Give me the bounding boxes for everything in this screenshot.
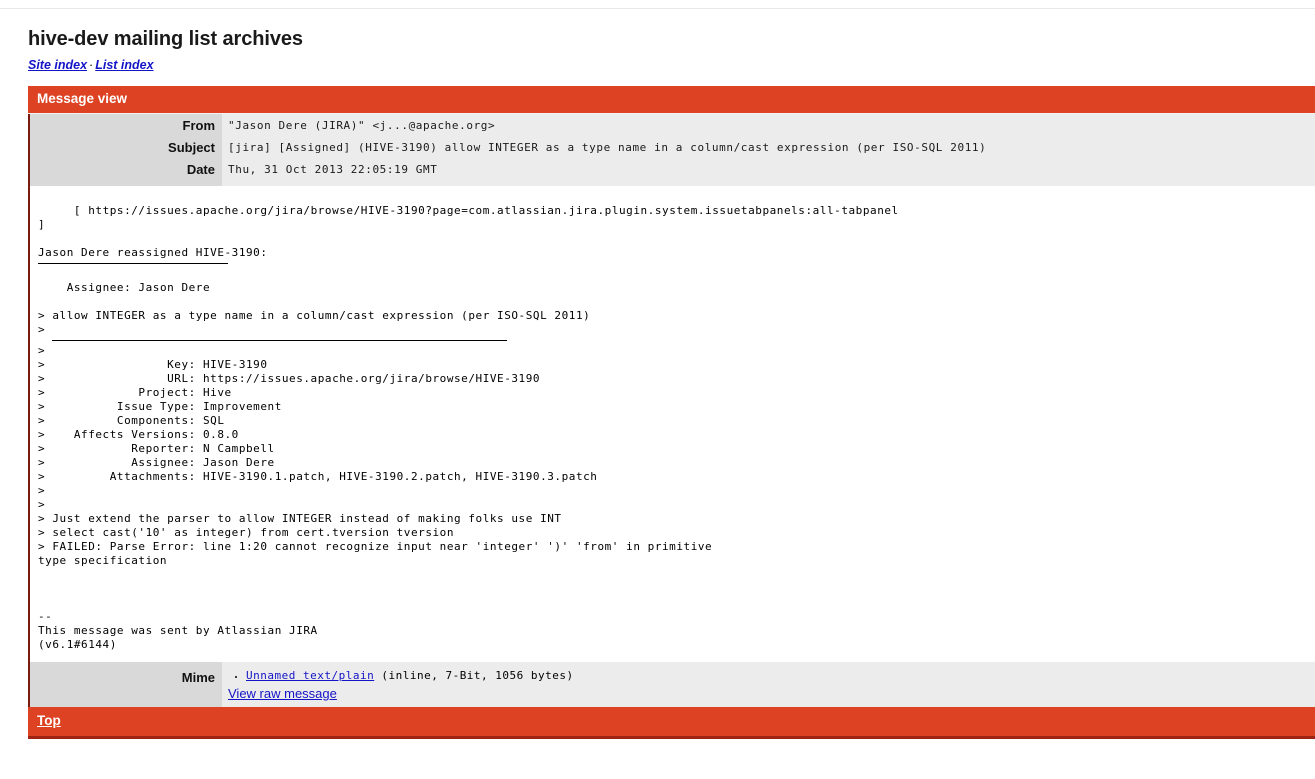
- header-row-from: From "Jason Dere (JIRA)" <j...@apache.or…: [28, 114, 1315, 136]
- header-label-from: From: [28, 114, 222, 136]
- body-part-3: > > Key: HIVE-3190 > URL: https://issues…: [38, 344, 713, 651]
- mime-row: Mime Unnamed text/plain (inline, 7-Bit, …: [28, 662, 1315, 707]
- message-header-table: From "Jason Dere (JIRA)" <j...@apache.or…: [28, 114, 1315, 707]
- nav-separator: ·: [89, 58, 94, 72]
- raw-message-row: View raw message: [228, 686, 1315, 701]
- header-label-subject: Subject: [28, 136, 222, 158]
- header-value-from: "Jason Dere (JIRA)" <j...@apache.org>: [222, 114, 1315, 136]
- body-rule-2: [52, 340, 507, 341]
- attachment-link[interactable]: Unnamed text/plain: [246, 669, 374, 682]
- message-body-cell: [ https://issues.apache.org/jira/browse/…: [28, 186, 1315, 662]
- message-body-row: [ https://issues.apache.org/jira/browse/…: [28, 186, 1315, 662]
- header-value-date: Thu, 31 Oct 2013 22:05:19 GMT: [222, 158, 1315, 180]
- mime-value: Unnamed text/plain (inline, 7-Bit, 1056 …: [222, 662, 1315, 707]
- page-container: hive-dev mailing list archives Site inde…: [0, 28, 1315, 739]
- header-row-date: Date Thu, 31 Oct 2013 22:05:19 GMT: [28, 158, 1315, 180]
- message-view-header-bar: Message view: [28, 86, 1315, 114]
- header-label-date: Date: [28, 158, 222, 180]
- header-value-subject: [jira] [Assigned] (HIVE-3190) allow INTE…: [222, 136, 1315, 158]
- list-item: Unnamed text/plain (inline, 7-Bit, 1056 …: [246, 668, 1315, 683]
- top-divider: [0, 8, 1315, 9]
- message-view-footer-bar: Top: [28, 707, 1315, 739]
- message-body: [ https://issues.apache.org/jira/browse/…: [30, 186, 1315, 662]
- body-part-2: Assignee: Jason Dere > allow INTEGER as …: [38, 281, 591, 336]
- mime-attachment-list: Unnamed text/plain (inline, 7-Bit, 1056 …: [228, 668, 1315, 683]
- site-index-link[interactable]: Site index: [28, 58, 87, 72]
- body-rule-1: [38, 263, 228, 264]
- view-raw-message-link[interactable]: View raw message: [228, 686, 337, 701]
- page-title: hive-dev mailing list archives: [28, 28, 303, 50]
- message-view-panel: Message view From "Jason Dere (JIRA)" <j…: [28, 86, 1315, 739]
- top-link[interactable]: Top: [37, 713, 61, 728]
- attachment-meta: (inline, 7-Bit, 1056 bytes): [374, 669, 574, 682]
- body-part-1: [ https://issues.apache.org/jira/browse/…: [38, 204, 899, 259]
- breadcrumb: Site index · List index: [28, 58, 1315, 72]
- list-index-link[interactable]: List index: [95, 58, 153, 72]
- mime-label: Mime: [28, 662, 222, 707]
- header-row-subject: Subject [jira] [Assigned] (HIVE-3190) al…: [28, 136, 1315, 158]
